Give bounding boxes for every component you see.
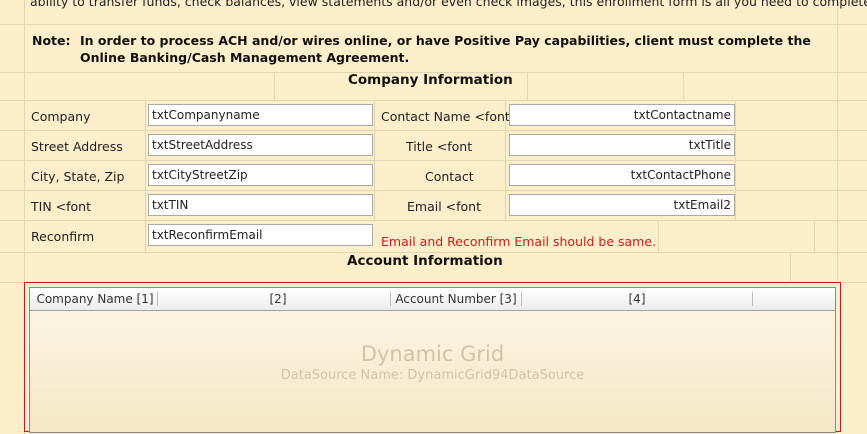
reconfirm-label: Reconfirm: [31, 229, 95, 244]
company-name-input[interactable]: txtCompanyname: [148, 104, 373, 126]
company-section-title: Company Information: [348, 72, 513, 88]
note-label: Note:: [32, 33, 71, 48]
city-state-zip-label: City, State, Zip: [31, 169, 125, 184]
street-address-label: Street Address: [31, 139, 123, 154]
contact-name-input[interactable]: txtContactname: [509, 104, 735, 126]
tin-label: TIN <font: [31, 199, 91, 214]
city-state-zip-input[interactable]: txtCityStreetZip: [148, 164, 373, 186]
account-section-title: Account Information: [347, 253, 503, 269]
grid-column-2[interactable]: [2]: [158, 288, 398, 310]
dynamic-grid-container: Company Name [1] [2] Account Number [3] …: [24, 282, 841, 433]
contact-label: Contact: [425, 169, 474, 184]
grid-header: Company Name [1] [2] Account Number [3] …: [30, 288, 835, 311]
layout-gridline: [0, 24, 867, 25]
note-text: In order to process ACH and/or wires onl…: [80, 33, 811, 65]
layout-gridline: [0, 130, 867, 131]
email-mismatch-error: Email and Reconfirm Email should be same…: [381, 234, 656, 249]
email-label: Email <font: [407, 199, 481, 214]
grid-placeholder-title: Dynamic Grid: [360, 342, 505, 366]
email-input[interactable]: txtEmail2: [509, 194, 735, 216]
title-input[interactable]: txtTitle: [509, 134, 735, 156]
layout-gridline: [0, 220, 867, 221]
contact-phone-input[interactable]: txtContactPhone: [509, 164, 735, 186]
grid-placeholder-subtitle: DataSource Name: DynamicGrid94DataSource: [280, 368, 585, 383]
title-label: Title <font: [406, 139, 473, 154]
layout-gridline: [0, 160, 867, 161]
grid-column-company-name[interactable]: Company Name [1]: [30, 288, 160, 310]
contact-name-label: Contact Name <font: [381, 109, 510, 124]
grid-column-4[interactable]: [4]: [522, 288, 752, 310]
street-address-input[interactable]: txtStreetAddress: [148, 134, 373, 156]
tin-input[interactable]: txtTIN: [148, 194, 373, 216]
grid-column-account-number[interactable]: Account Number [3]: [391, 288, 521, 310]
layout-gridline: [0, 190, 867, 191]
reconfirm-email-input[interactable]: txtReconfirmEmail: [148, 224, 373, 246]
intro-text: ability to transfer funds, check balance…: [30, 0, 867, 9]
layout-gridline: [0, 100, 867, 101]
company-label: Company: [31, 109, 91, 124]
dynamic-grid[interactable]: Company Name [1] [2] Account Number [3] …: [29, 287, 836, 433]
